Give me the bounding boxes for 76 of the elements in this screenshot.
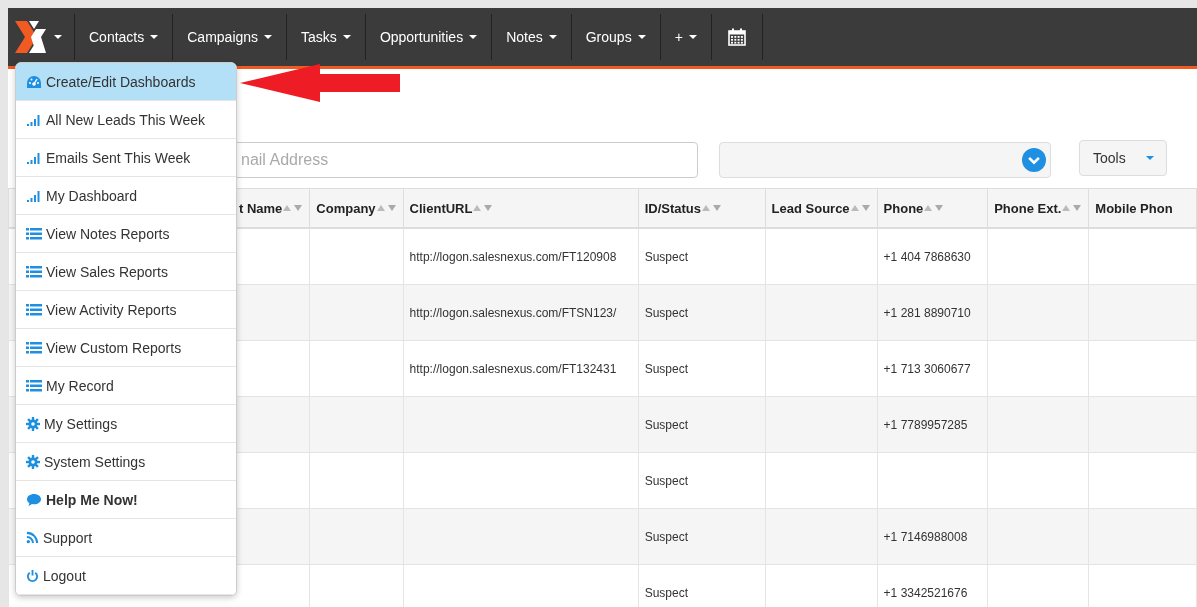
column-header[interactable]: Phone Ext. — [987, 188, 1089, 228]
menu-item[interactable]: View Custom Reports — [16, 329, 236, 367]
power-icon — [26, 568, 39, 583]
menu-item[interactable]: My Dashboard — [16, 177, 236, 215]
gear-icon — [26, 454, 40, 469]
speech-bubble-icon — [26, 492, 42, 507]
column-header[interactable]: Phone — [877, 188, 988, 228]
table-cell: +1 404 7868630 — [877, 228, 988, 285]
dashboard-icon — [26, 74, 42, 89]
menu-item[interactable]: Logout — [16, 557, 236, 595]
sort-icon[interactable] — [702, 204, 722, 212]
list-icon — [26, 378, 42, 393]
table-cell: Suspect — [638, 508, 766, 565]
gear-icon — [26, 416, 40, 431]
table-cell: Suspect — [638, 284, 766, 341]
caret-icon — [54, 35, 62, 39]
dropdown-select[interactable] — [719, 142, 1051, 178]
menu-item[interactable]: View Sales Reports — [16, 253, 236, 291]
menu-item[interactable]: Create/Edit Dashboards — [16, 63, 236, 101]
menu-item[interactable]: Help Me Now! — [16, 481, 236, 519]
menu-item[interactable]: My Record — [16, 367, 236, 405]
table-cell: +1 7146988008 — [877, 508, 988, 565]
menu-item[interactable]: My Settings — [16, 405, 236, 443]
table-cell: +1 281 8890710 — [877, 284, 988, 341]
sort-icon[interactable] — [850, 204, 871, 212]
list-icon — [26, 302, 42, 317]
list-icon — [26, 340, 42, 355]
rss-icon — [26, 531, 39, 544]
signal-bars-icon — [26, 188, 42, 203]
signal-bars-icon — [26, 150, 42, 165]
sort-icon[interactable] — [376, 204, 397, 212]
table-cell: Suspect — [638, 452, 766, 509]
nav-menu-button[interactable]: Notes — [492, 14, 572, 60]
caret-icon — [469, 35, 478, 39]
caret-icon — [150, 35, 159, 39]
nav-menu-button[interactable]: Tasks — [287, 14, 366, 60]
sort-icon[interactable] — [924, 204, 945, 212]
calendar-icon — [727, 28, 746, 46]
nav-menu-button[interactable]: + — [660, 14, 712, 60]
column-header[interactable]: ID/Status — [638, 188, 766, 228]
menu-item[interactable]: View Notes Reports — [16, 215, 236, 253]
table-cell: http://logon.salesnexus.com/FTSN123/ — [403, 284, 639, 341]
menu-item[interactable]: System Settings — [16, 443, 236, 481]
caret-icon — [637, 35, 646, 39]
nav-menu-button[interactable]: Campaigns — [173, 14, 288, 60]
column-header[interactable]: Lead Source — [765, 188, 878, 228]
sort-icon[interactable] — [1062, 204, 1083, 212]
caret-icon — [342, 35, 351, 39]
nav-menu-button[interactable]: Opportunities — [365, 14, 493, 60]
list-icon — [26, 226, 42, 241]
chevron-down-icon — [1022, 148, 1046, 172]
nav-menu-button[interactable]: Contacts — [75, 14, 174, 60]
table-cell: http://logon.salesnexus.com/FT120908 — [403, 228, 639, 285]
sort-icon[interactable] — [473, 204, 494, 212]
menu-item[interactable]: View Activity Reports — [16, 291, 236, 329]
caret-icon — [1146, 156, 1154, 160]
caret-icon — [548, 35, 557, 39]
caret-icon — [264, 35, 273, 39]
table-cell: Suspect — [638, 340, 766, 397]
table-cell: Suspect — [638, 396, 766, 453]
table-cell: +1 713 3060677 — [877, 340, 988, 397]
menu-item[interactable]: All New Leads This Week — [16, 101, 236, 139]
column-header[interactable]: ClientURL — [403, 188, 639, 228]
list-icon — [26, 264, 42, 279]
table-cell: Suspect — [638, 228, 766, 285]
signal-bars-icon — [26, 112, 42, 127]
menu-item[interactable]: Support — [16, 519, 236, 557]
sort-icon[interactable] — [283, 204, 304, 212]
table-cell: http://logon.salesnexus.com/FT132431 — [403, 340, 639, 397]
column-header[interactable]: Company — [309, 188, 404, 228]
caret-icon — [688, 35, 697, 39]
table-cell: +1 7789957285 — [877, 396, 988, 453]
nav-menu-button[interactable]: Groups — [571, 14, 661, 60]
column-header[interactable]: Mobile Phon — [1088, 188, 1197, 228]
tools-button[interactable]: Tools — [1079, 140, 1167, 176]
menu-item[interactable]: Emails Sent This Week — [16, 139, 236, 177]
